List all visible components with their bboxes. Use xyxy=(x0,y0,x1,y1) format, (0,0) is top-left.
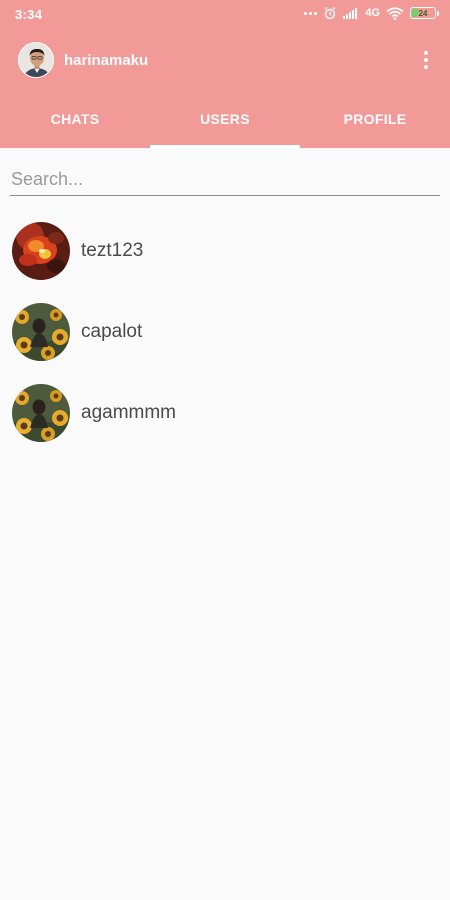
user-list-item[interactable]: agammmm xyxy=(0,372,450,453)
user-list-item[interactable]: tezt123 xyxy=(0,210,450,291)
status-bar: 3:34 4G 24 xyxy=(0,0,450,30)
tab-profile[interactable]: PROFILE xyxy=(300,96,450,148)
user-name: agammmm xyxy=(81,401,177,423)
sunflower-avatar xyxy=(12,383,70,442)
tab-bar: CHATS USERS PROFILE xyxy=(0,96,450,148)
tab-chats[interactable]: CHATS xyxy=(0,96,150,148)
signal-icon xyxy=(343,8,358,19)
sunflower-avatar xyxy=(12,302,70,361)
network-type: 4G xyxy=(365,7,380,19)
wifi-icon xyxy=(386,6,404,20)
user-name: tezt123 xyxy=(81,239,144,261)
user-list-item[interactable]: capalot xyxy=(0,291,450,372)
status-time: 3:34 xyxy=(15,7,43,22)
more-vert-icon[interactable] xyxy=(416,46,436,74)
battery-icon: 24 xyxy=(410,7,439,19)
app-bar: 3:34 4G 24 harinamaku CHATS USERS PROFIL… xyxy=(0,0,450,148)
current-user-avatar[interactable] xyxy=(18,42,54,78)
toolbar: harinamaku xyxy=(0,32,450,88)
tab-users[interactable]: USERS xyxy=(150,96,300,148)
notification-dots-icon xyxy=(304,11,318,15)
red-flower-avatar xyxy=(12,221,70,280)
user-name: capalot xyxy=(81,320,143,342)
alarm-icon xyxy=(324,6,336,20)
battery-level: 24 xyxy=(418,8,428,18)
current-username: harinamaku xyxy=(64,52,149,69)
user-list: tezt123 capalot agammmm xyxy=(0,210,450,453)
search-input[interactable] xyxy=(10,164,440,196)
status-icons: 4G 24 xyxy=(304,6,439,20)
